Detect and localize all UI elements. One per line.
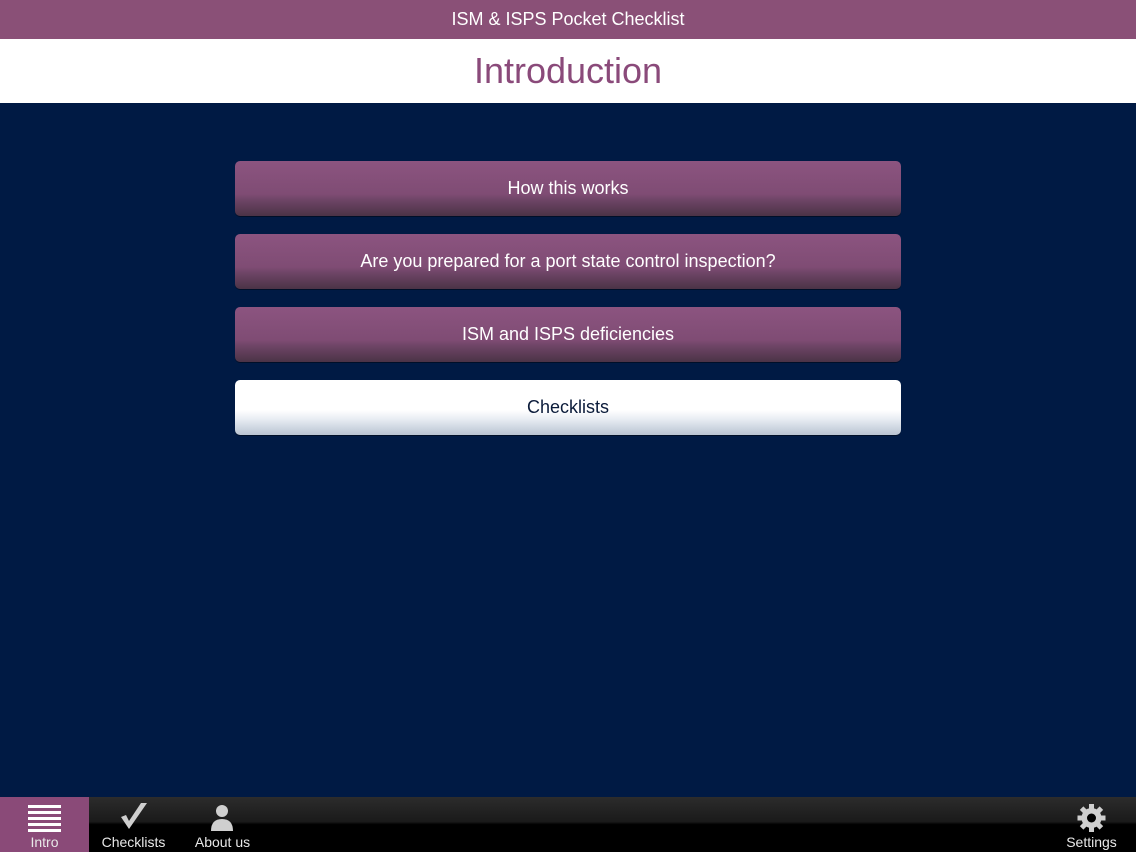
tab-settings[interactable]: Settings	[1047, 797, 1136, 852]
app-title: ISM & ISPS Pocket Checklist	[451, 9, 685, 29]
how-this-works-button[interactable]: How this works	[235, 161, 901, 216]
tab-label: Checklists	[101, 834, 166, 850]
tab-about-us[interactable]: About us	[178, 797, 267, 852]
page-title: Introduction	[473, 50, 663, 91]
menu-item-label: Are you prepared for a port state contro…	[360, 251, 776, 271]
menu-item-label: ISM and ISPS deficiencies	[461, 324, 675, 344]
app-title-bar: ISM & ISPS Pocket Checklist	[0, 0, 1136, 39]
tab-bar: Intro Checklists About us Settings	[0, 797, 1136, 852]
person-icon	[178, 803, 267, 833]
tab-label: Settings	[1066, 834, 1117, 850]
app-window: ISM & ISPS Pocket Checklist Introduction…	[0, 0, 1136, 852]
list-lines-icon	[0, 803, 89, 833]
intro-menu: How this works Are you prepared for a po…	[235, 161, 901, 453]
tab-label: About us	[194, 834, 251, 850]
deficiencies-button[interactable]: ISM and ISPS deficiencies	[235, 307, 901, 362]
tab-checklists[interactable]: Checklists	[89, 797, 178, 852]
tab-label: Intro	[30, 834, 59, 850]
page-header: Introduction	[0, 39, 1136, 103]
tab-intro[interactable]: Intro	[0, 797, 89, 852]
menu-item-label: Checklists	[526, 397, 610, 417]
port-state-control-button[interactable]: Are you prepared for a port state contro…	[235, 234, 901, 289]
checkmark-icon	[89, 803, 178, 833]
menu-item-label: How this works	[507, 178, 629, 198]
checklists-button[interactable]: Checklists	[235, 380, 901, 435]
gear-icon	[1047, 803, 1136, 833]
